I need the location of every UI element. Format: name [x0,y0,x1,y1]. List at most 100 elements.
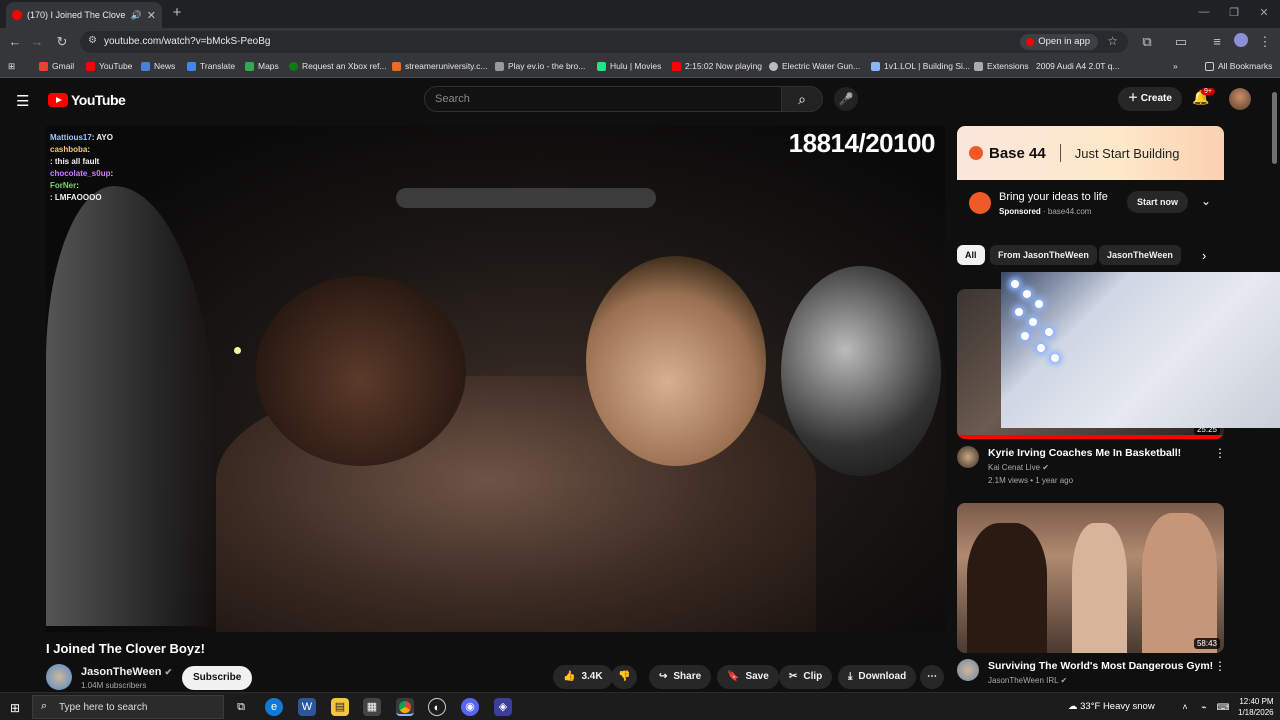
bookmark-translate[interactable]: Translate [187,61,235,71]
bookmark-xbox[interactable]: Request an Xbox ref... [289,61,387,71]
back-icon[interactable]: ← [6,33,24,51]
bookmark-1v1lol[interactable]: 1v1.LOL | Building Si... [871,61,970,71]
bookmark-evio[interactable]: Play ev.io - the bro... [495,61,585,71]
search-icon: ⌕ [798,91,806,107]
edge-icon[interactable]: e [265,698,283,716]
site-info-icon[interactable]: ⚙ [88,35,97,46]
app-icon[interactable]: ◈ [494,698,512,716]
share-button[interactable]: ↪ Share [649,665,712,689]
recommendation-channel[interactable]: Kai Cenat Live ✔ [988,463,1049,472]
windows-start-icon[interactable]: ⊞ [10,701,20,715]
url-text[interactable]: youtube.com/watch?v=bMckS-PeoBg [104,36,270,47]
network-icon[interactable]: ⌁ [1195,698,1213,716]
profile-icon[interactable] [1232,33,1250,51]
bookmarks-overflow-icon[interactable]: » [1173,61,1178,71]
reload-icon[interactable]: ↻ [53,33,71,51]
bookmark-now-playing[interactable]: 2:15:02 Now playing [672,61,762,71]
address-bar[interactable]: ⚙ youtube.com/watch?v=bMckS-PeoBg Open i… [80,31,1128,53]
page-scrollbar[interactable] [1272,92,1277,164]
ad-expand-chevron-icon[interactable]: ⌄ [1201,194,1211,208]
ad-title[interactable]: Bring your ideas to life [999,191,1108,203]
channel-avatar[interactable] [46,664,72,690]
restore-button[interactable]: ❐ [1224,6,1244,19]
channel-avatar[interactable] [957,446,979,468]
youtube-logo[interactable]: YouTube [48,92,126,108]
video-player[interactable]: 18814/20100 Mattious17: AYO cashboba: : … [46,126,945,632]
windows-taskbar: ⊞ ⌕ Type here to search ⧉ e W ▤ ▦ ◐ ◉ ◈ ☁… [0,692,1280,720]
bookmark-news[interactable]: News [141,61,175,71]
recommendation-menu-icon[interactable]: ⋮ [1214,659,1226,673]
recommendation-thumbnail[interactable]: 58:43 [957,503,1224,653]
chip-from-channel[interactable]: From JasonTheWeen [990,245,1097,265]
chat-message: Mattious17: AYO [50,133,113,142]
more-actions-icon[interactable]: ⋯ [920,665,944,689]
bookmark-audi[interactable]: 2009 Audi A4 2.0T q... [1036,61,1120,71]
download-button[interactable]: ⤓ Download [838,665,917,689]
chip-all[interactable]: All [957,245,985,265]
search-button[interactable]: ⌕ [781,86,823,112]
close-tab-icon[interactable]: ✕ [147,9,156,22]
account-avatar[interactable] [1229,88,1251,110]
clip-button[interactable]: ✂ Clip [779,665,833,689]
more-menu-icon[interactable]: ⋮ [1256,33,1274,51]
chrome-icon[interactable] [396,698,414,716]
ad-banner[interactable]: Base 44 Just Start Building [957,126,1224,180]
voice-search-icon[interactable]: 🎤 [834,87,858,111]
discord-icon[interactable]: ◉ [461,698,479,716]
chips-next-arrow-icon[interactable]: › [1202,248,1206,263]
forward-icon[interactable]: → [28,33,46,51]
extensions-icon[interactable]: ⧉ [1138,33,1156,51]
subscribe-button[interactable]: Subscribe [182,666,253,690]
bookmark-youtube[interactable]: YouTube [86,61,132,71]
all-bookmarks[interactable]: All Bookmarks [1205,61,1272,71]
search-input[interactable]: Search [424,86,782,112]
channel-avatar[interactable] [957,659,979,681]
recommendation-menu-icon[interactable]: ⋮ [1214,446,1226,460]
browser-tab[interactable]: (170) I Joined The Clover Bo 🔊 ✕ [6,2,162,28]
bookmark-gmail[interactable]: Gmail [39,61,74,71]
keyboard-icon[interactable]: ⌨ [1214,698,1232,716]
hamburger-menu-icon[interactable]: ☰ [16,92,29,110]
ad-sponsored-line: Sponsored · base44.com [999,207,1092,216]
word-icon[interactable]: W [298,698,316,716]
new-tab-button[interactable]: + [168,4,186,21]
minimize-button[interactable]: — [1194,6,1214,18]
save-button[interactable]: 🔖 Save [717,665,779,689]
bookmark-hulu[interactable]: Hulu | Movies [597,61,661,71]
task-view-icon[interactable]: ⧉ [232,698,250,716]
obs-icon[interactable]: ◐ [428,698,446,716]
bookmark-maps[interactable]: Maps [245,61,279,71]
webcam-overlay [1001,272,1280,428]
tray-overflow-icon[interactable]: ˄ [1176,698,1194,716]
speaker-icon[interactable]: 🔊 [131,10,142,21]
close-window-button[interactable]: ✕ [1254,6,1274,19]
bookmark-star-icon[interactable]: ☆ [1107,34,1118,48]
system-clock[interactable]: 12:40 PM 1/18/2026 [1238,696,1274,718]
open-in-app-button[interactable]: Open in app [1020,34,1098,50]
create-button[interactable]: ＋ Create [1118,87,1182,111]
channel-name[interactable]: JasonTheWeen ✔ [81,666,172,678]
cast-icon[interactable]: ▭ [1172,33,1190,51]
recommendation-title[interactable]: Kyrie Irving Coaches Me In Basketball! [988,447,1181,459]
like-button[interactable]: 👍 3.4K [553,665,613,689]
weather-widget[interactable]: ☁ 33°F Heavy snow [1068,701,1155,712]
bookmark-icon: 🔖 [727,671,740,682]
recommendation-title[interactable]: Surviving The World's Most Dangerous Gym… [988,660,1213,672]
media-icon[interactable]: ≡ [1208,33,1226,51]
store-icon[interactable]: ▦ [363,698,381,716]
video-duration: 58:43 [1193,638,1220,649]
sidebar-ad[interactable]: Base 44 Just Start Building Bring your i… [957,126,1224,228]
file-explorer-icon[interactable]: ▤ [331,698,349,716]
bookmark-extensions[interactable]: Extensions [974,61,1029,71]
dislike-button[interactable]: 👎 [611,665,638,689]
bookmark-streameruniversity[interactable]: streameruniversity.c... [392,61,488,71]
recommendation-channel[interactable]: JasonTheWeen IRL ✔ [988,676,1067,685]
taskbar-search[interactable]: ⌕ Type here to search [32,695,224,719]
recommendation-meta: 2.1M views • 1 year ago [988,476,1074,485]
apps-icon[interactable]: ⊞ [8,61,15,72]
ad-start-now-button[interactable]: Start now [1127,191,1189,213]
share-icon: ↪ [659,671,668,682]
chip-channel[interactable]: JasonTheWeen [1099,245,1181,265]
youtube-play-icon [48,93,68,107]
bookmark-water-gun[interactable]: Electric Water Gun... [769,61,860,71]
